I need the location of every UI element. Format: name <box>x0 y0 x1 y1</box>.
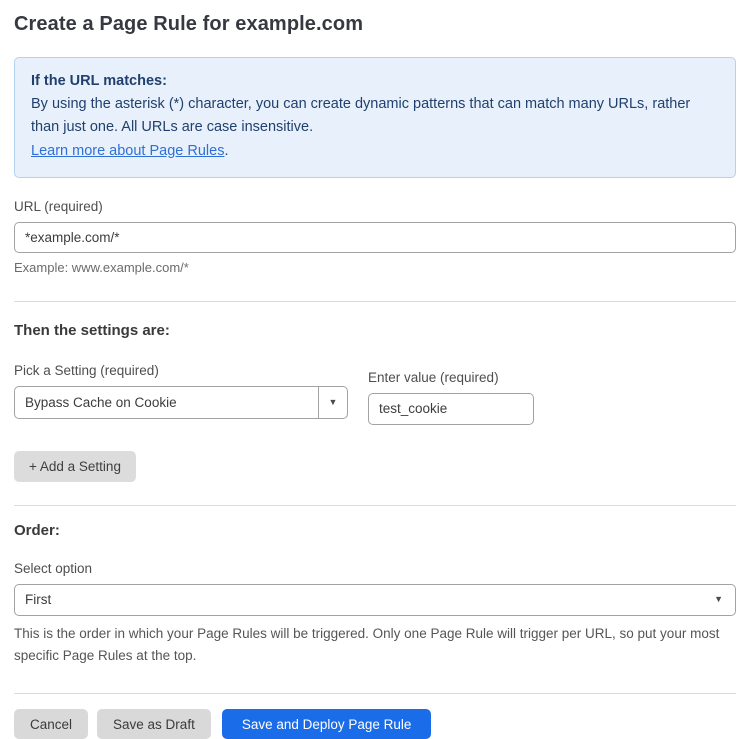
setting-value-input[interactable] <box>368 393 534 425</box>
enter-value-label: Enter value (required) <box>368 370 534 385</box>
order-helper-text: This is the order in which your Page Rul… <box>14 623 734 668</box>
order-select-label: Select option <box>14 561 736 576</box>
url-field-label: URL (required) <box>14 199 736 214</box>
info-box-heading: If the URL matches: <box>31 70 719 93</box>
divider <box>14 693 736 694</box>
order-select[interactable]: First ▼ <box>14 584 736 616</box>
learn-more-link[interactable]: Learn more about Page Rules <box>31 143 224 159</box>
divider <box>14 301 736 302</box>
create-page-rule-form: Create a Page Rule for example.com If th… <box>0 0 750 739</box>
setting-select-value: Bypass Cache on Cookie <box>15 387 318 418</box>
form-actions: Cancel Save as Draft Save and Deploy Pag… <box>14 709 736 739</box>
settings-heading: Then the settings are: <box>14 322 736 339</box>
setting-select-arrow-segment[interactable]: ▼ <box>318 387 347 418</box>
info-box-body: By using the asterisk (*) character, you… <box>31 93 719 139</box>
settings-row: Pick a Setting (required) Bypass Cache o… <box>14 363 736 425</box>
order-select-value: First <box>25 592 51 607</box>
save-and-deploy-button[interactable]: Save and Deploy Page Rule <box>222 709 432 739</box>
cancel-button[interactable]: Cancel <box>14 709 88 739</box>
chevron-down-icon: ▼ <box>329 398 338 407</box>
url-helper-text: Example: www.example.com/* <box>14 260 736 275</box>
order-section: Order: Select option First ▼ This is the… <box>14 522 736 668</box>
add-setting-button[interactable]: + Add a Setting <box>14 451 136 482</box>
pick-setting-column: Pick a Setting (required) Bypass Cache o… <box>14 363 348 425</box>
url-match-info-box: If the URL matches: By using the asteris… <box>14 57 736 178</box>
page-title: Create a Page Rule for example.com <box>14 13 736 36</box>
save-as-draft-button[interactable]: Save as Draft <box>97 709 211 739</box>
divider <box>14 505 736 506</box>
url-input[interactable] <box>14 222 736 253</box>
setting-select[interactable]: Bypass Cache on Cookie ▼ <box>14 386 348 419</box>
info-link-suffix: . <box>224 143 228 159</box>
chevron-down-icon: ▼ <box>714 595 723 604</box>
order-heading: Order: <box>14 522 736 539</box>
pick-setting-label: Pick a Setting (required) <box>14 363 348 378</box>
settings-section: Then the settings are: Pick a Setting (r… <box>14 322 736 482</box>
info-link-line: Learn more about Page Rules. <box>31 140 719 163</box>
enter-value-column: Enter value (required) <box>368 363 534 425</box>
url-section: URL (required) Example: www.example.com/… <box>14 199 736 275</box>
